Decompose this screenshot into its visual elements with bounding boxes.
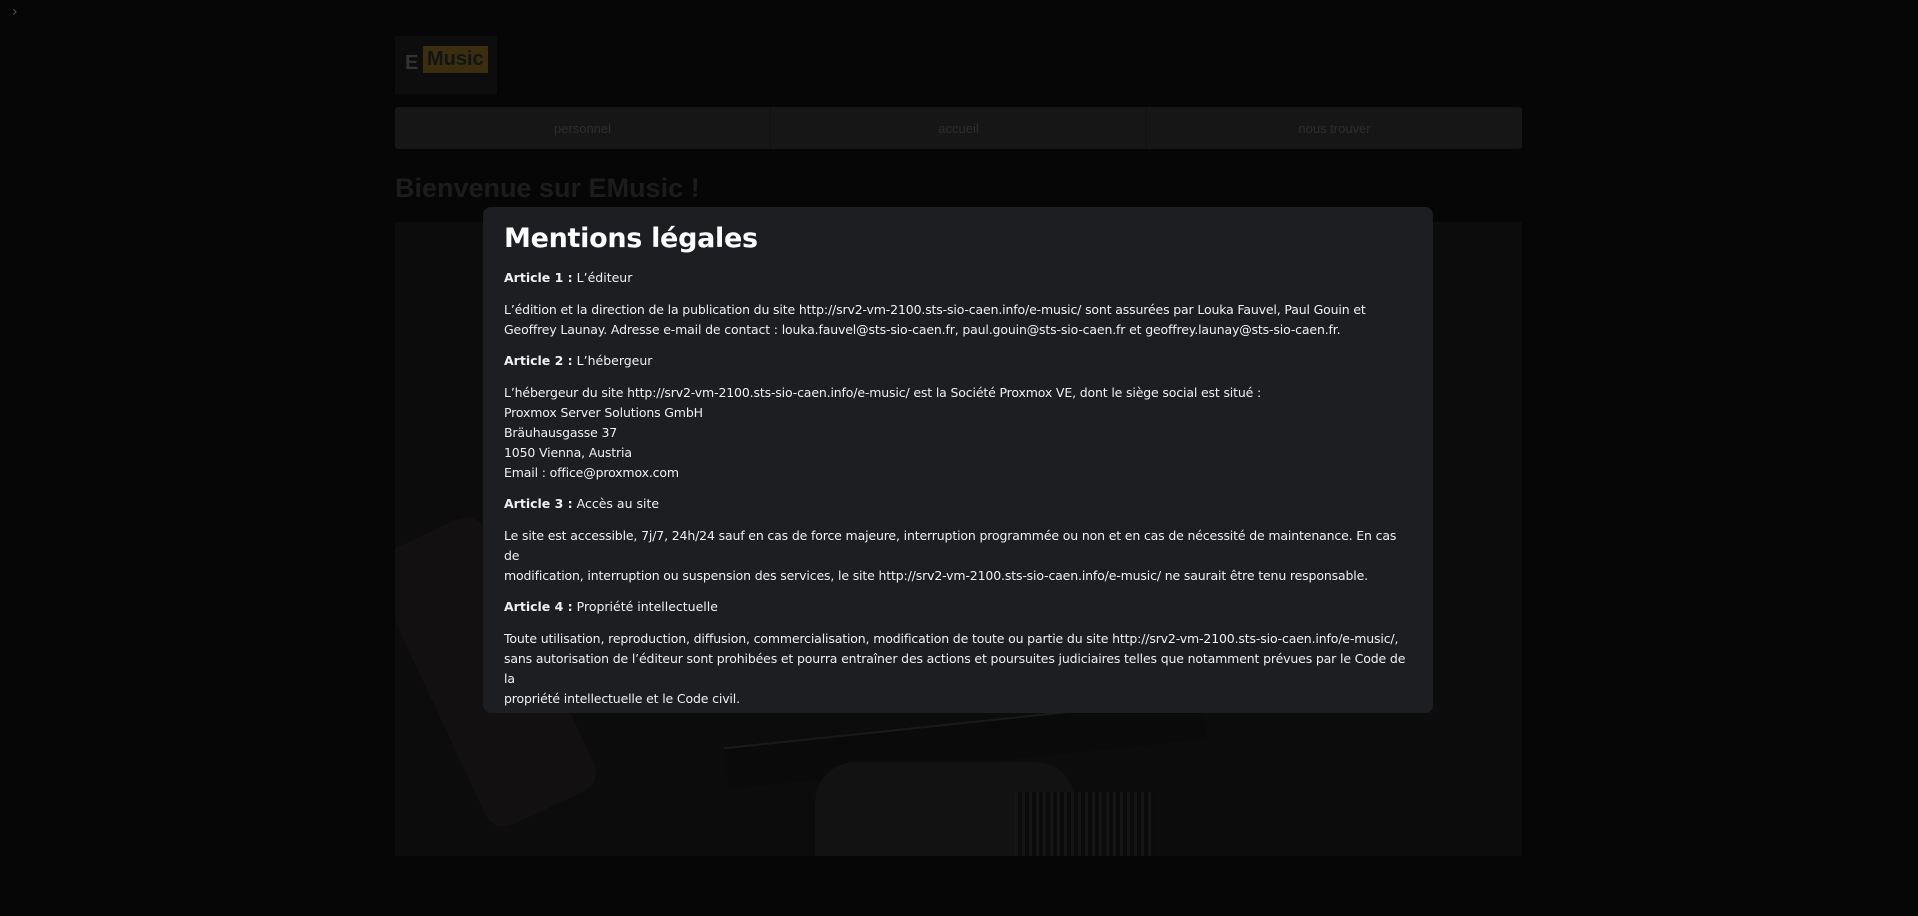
- text-line: Proxmox Server Solutions GmbH: [504, 405, 703, 420]
- text-line: 1050 Vienna, Austria: [504, 445, 632, 460]
- article-name: Accès au site: [576, 496, 660, 511]
- article-1-text: L’édition et la direction de la publicat…: [504, 300, 1413, 340]
- article-3-title: Article 3 : Accès au site: [504, 495, 1413, 513]
- logo-e-text: E: [405, 52, 419, 74]
- emusic-logo[interactable]: E Music: [395, 36, 497, 94]
- article-label: Article 2 :: [504, 353, 573, 368]
- article-label: Article 3 :: [504, 496, 573, 511]
- page-container: E Music personnel accueil nous trouver B…: [395, 36, 1522, 856]
- text-line: Geoffrey Launay. Adresse e-mail de conta…: [504, 322, 1341, 337]
- text-line: sans autorisation de l’éditeur sont proh…: [504, 651, 1406, 686]
- article-4-text: Toute utilisation, reproduction, diffusi…: [504, 629, 1413, 709]
- sidebar-toggle-icon[interactable]: ›: [12, 4, 18, 20]
- nav-link-nous-trouver[interactable]: nous trouver: [1147, 107, 1522, 149]
- article-label: Article 4 :: [504, 599, 573, 614]
- legal-notice-modal: Mentions légales Article 1 : L’éditeur L…: [483, 207, 1433, 713]
- article-2-title: Article 2 : L’hébergeur: [504, 352, 1413, 370]
- modal-title: Mentions légales: [504, 223, 758, 254]
- text-line: Toute utilisation, reproduction, diffusi…: [504, 631, 1399, 646]
- article-name: Propriété intellectuelle: [576, 599, 718, 614]
- article-3-text: Le site est accessible, 7j/7, 24h/24 sau…: [504, 526, 1413, 586]
- text-line: Email : office@proxmox.com: [504, 465, 679, 480]
- hero-guitar-grille: [1015, 792, 1155, 856]
- text-line: Bräuhausgasse 37: [504, 425, 618, 440]
- text-line: modification, interruption ou suspension…: [504, 568, 1368, 583]
- nav-link-accueil[interactable]: accueil: [771, 107, 1147, 149]
- article-name: L’hébergeur: [576, 353, 653, 368]
- main-navbar: personnel accueil nous trouver: [395, 107, 1522, 149]
- welcome-heading: Bienvenue sur EMusic !: [395, 173, 700, 203]
- text-line: L’édition et la direction de la publicat…: [504, 302, 1366, 317]
- article-1-title: Article 1 : L’éditeur: [504, 269, 1413, 287]
- logo-music-text: Music: [423, 46, 488, 73]
- article-name: L’éditeur: [576, 270, 633, 285]
- text-line: L’hébergeur du site http://srv2-vm-2100.…: [504, 385, 1262, 400]
- article-4-title: Article 4 : Propriété intellectuelle: [504, 598, 1413, 616]
- text-line: propriété intellectuelle et le Code civi…: [504, 691, 740, 706]
- text-line: Le site est accessible, 7j/7, 24h/24 sau…: [504, 528, 1397, 563]
- article-label: Article 1 :: [504, 270, 573, 285]
- nav-link-personnel[interactable]: personnel: [395, 107, 771, 149]
- article-2-text: L’hébergeur du site http://srv2-vm-2100.…: [504, 383, 1413, 483]
